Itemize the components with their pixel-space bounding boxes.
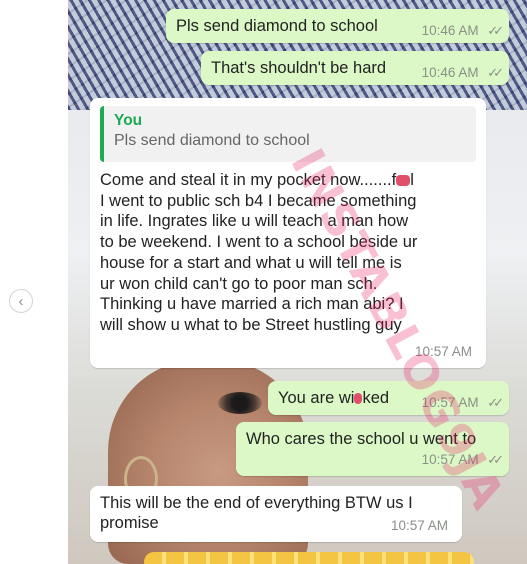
message-line: to be weekend. I went to a school beside… <box>100 233 418 252</box>
quoted-reply[interactable]: You Pls send diamond to school <box>100 106 476 162</box>
message-time: 10:46 AM <box>421 65 479 80</box>
message-outgoing[interactable]: That's shouldn't be hard 10:46 AM ✓✓ <box>201 51 509 85</box>
message-line: Thinking u have married a rich man abi? … <box>100 295 404 314</box>
message-time: 10:57 AM <box>390 518 448 533</box>
message-outgoing[interactable]: Pls send diamond to school 10:46 AM ✓✓ <box>166 9 509 43</box>
message-line: ur won child can't go to poor man sch. <box>100 274 378 293</box>
message-line: house for a start and what u will tell m… <box>100 253 402 272</box>
message-text: Pls send diamond to school <box>176 17 378 35</box>
message-time: 10:46 AM <box>421 23 479 38</box>
double-check-icon: ✓✓ <box>487 65 504 80</box>
message-line: This will be the end of everything BTW u… <box>100 494 413 512</box>
partial-emoji-bubble <box>144 552 474 564</box>
message-outgoing[interactable]: You are wi ked 10:57 AM ✓✓ <box>268 381 509 415</box>
message-incoming[interactable]: This will be the end of everything BTW u… <box>90 486 462 542</box>
carousel-prev-button[interactable]: ‹ <box>9 289 33 313</box>
wallpaper-eye <box>218 392 262 414</box>
chat-screenshot: Pls send diamond to school 10:46 AM ✓✓ T… <box>68 0 527 564</box>
message-text: That's shouldn't be hard <box>211 59 387 77</box>
message-text-part: You are wi <box>278 389 355 407</box>
message-line-tail: l <box>410 171 414 189</box>
double-check-icon: ✓✓ <box>487 395 504 410</box>
message-line: in life. Ingrates like u will teach a ma… <box>100 212 409 231</box>
redaction-mark <box>396 175 411 187</box>
chevron-left-icon: ‹ <box>18 292 24 310</box>
quote-text: Pls send diamond to school <box>114 132 310 149</box>
double-check-icon: ✓✓ <box>487 23 504 38</box>
message-line: I went to public sch b4 I became somethi… <box>100 191 417 210</box>
quote-author: You <box>114 112 143 129</box>
message-text-part: ked <box>362 389 390 407</box>
